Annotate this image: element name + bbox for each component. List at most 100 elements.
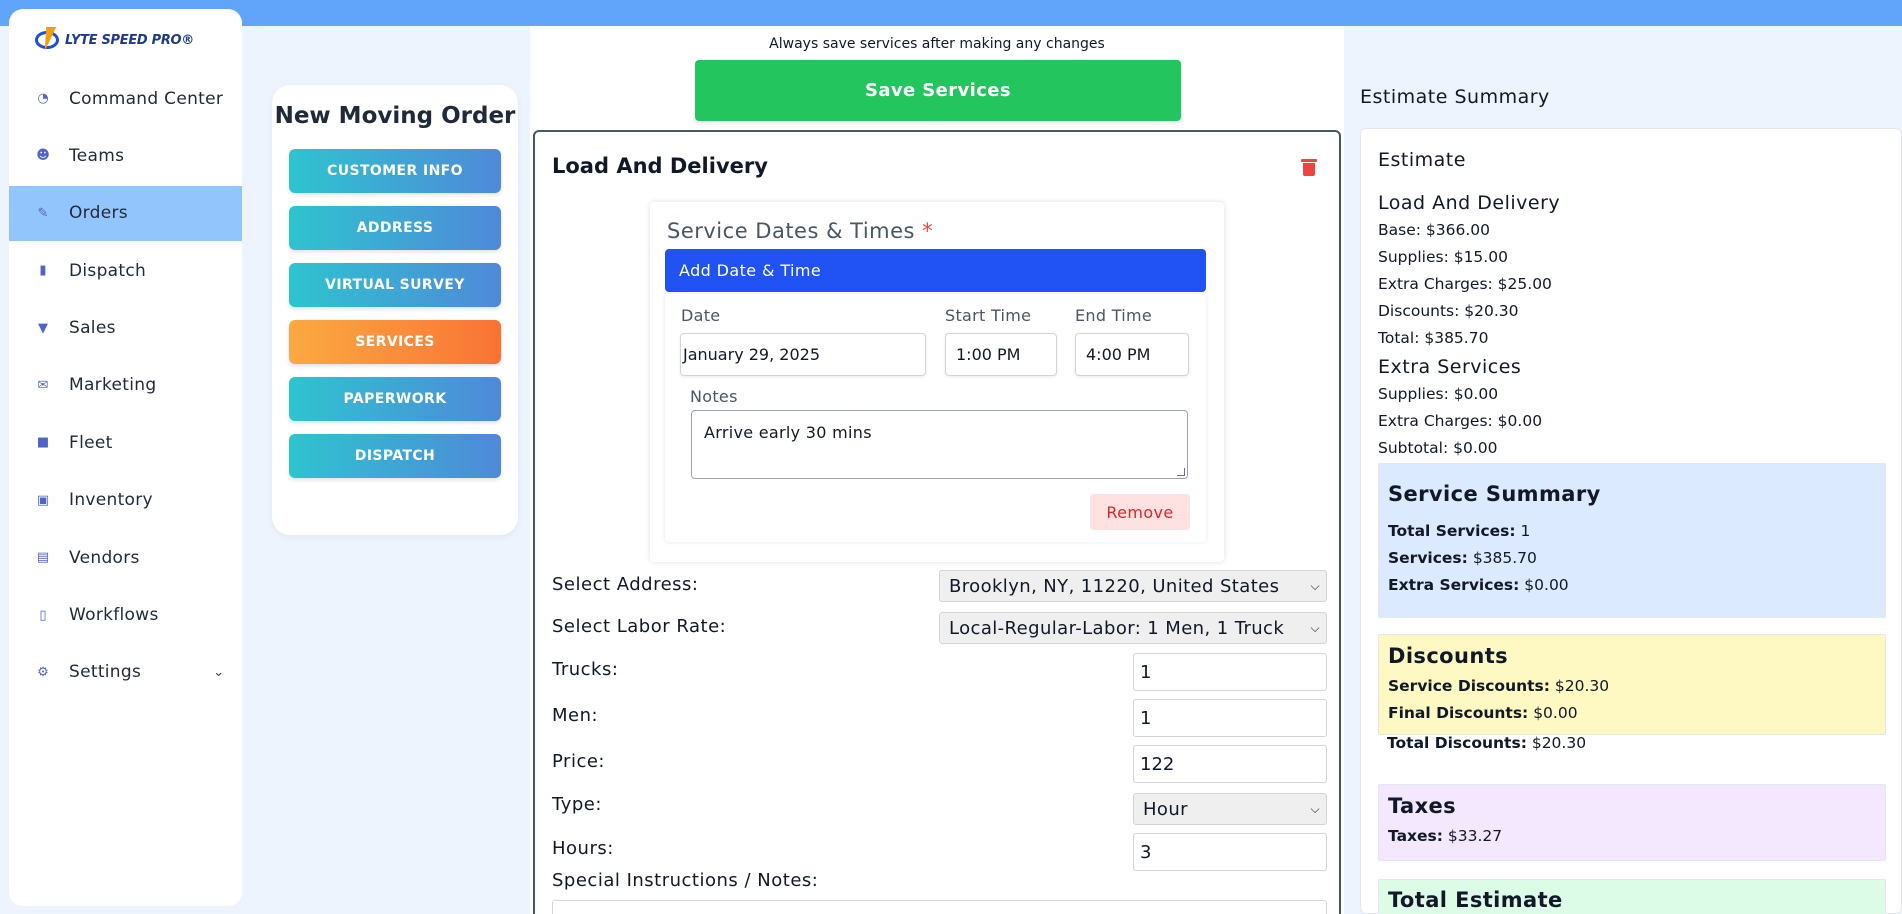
services-line: Services: $385.70 [1388,549,1537,567]
sidebar-item-inventory[interactable]: ▣ Inventory [9,473,242,528]
sidebar-item-fleet[interactable]: ■ Fleet [9,415,242,470]
special-instructions-label: Special Instructions / Notes: [552,870,819,891]
save-services-button[interactable]: Save Services [695,60,1181,121]
remove-date-button[interactable]: Remove [1090,494,1190,530]
load-extra-charges: Extra Charges: $25.00 [1378,275,1552,293]
sidebar: LYTE SPEED PRO® ◔ Command Center ☻ Teams ✎ Or… [9,9,242,906]
add-date-time-button[interactable]: Add Date & Time [665,249,1206,292]
boxes-icon: ▣ [36,492,50,508]
men-input[interactable]: 1 [1133,699,1327,737]
date-label: Date [681,306,721,325]
extra-services-value: $0.00 [1524,576,1569,594]
sidebar-item-label: Orders [69,203,128,224]
gear-icon: ⚙ [37,664,49,680]
save-hint: Always save services after making any ch… [769,36,1105,52]
service-summary-box: Service Summary Total Services: 1 Servic… [1378,463,1886,618]
date-time-entry: Date Start Time End Time January 29, 202… [665,294,1206,542]
chevron-down-icon: ⌵ [1306,802,1320,817]
top-bar [0,0,1902,26]
sidebar-item-teams[interactable]: ☻ Teams [9,128,242,183]
total-discounts-value: $20.30 [1531,734,1587,752]
sidebar-item-command-center[interactable]: ◔ Command Center [9,71,242,126]
sidebar-item-vendors[interactable]: ▤ Vendors [9,530,242,585]
order-steps-panel: New Moving Order CUSTOMER INFO ADDRESS VIR… [272,85,518,535]
men-label: Men: [552,705,599,726]
step-services-button[interactable]: SERVICES [289,320,501,364]
service-dates-title: Service Dates & Times * [667,219,933,243]
service-card: Load And Delivery Service Dates & Times … [533,130,1341,914]
discounts-box: Discounts Service Discounts: $20.30 Fina… [1378,634,1886,735]
required-mark: * [922,219,934,243]
clipboard-icon: ▯ [39,607,47,623]
service-dates-title-text: Service Dates & Times [667,219,915,243]
sidebar-item-sales[interactable]: ▼ Sales [9,301,242,356]
final-discounts-label: Final Discounts: [1388,704,1529,722]
extra-subtotal: Subtotal: $0.00 [1378,439,1498,457]
gauge-icon: ◔ [37,91,49,106]
sidebar-item-label: Settings [69,662,142,683]
address-select[interactable]: Brooklyn, NY, 11220, United States ⌵ [939,570,1327,602]
service-discounts-line: Service Discounts: $20.30 [1388,677,1609,695]
end-time-field[interactable]: 4:00 PM [1075,333,1189,376]
discounts-title: Discounts [1388,644,1509,668]
total-estimate-title: Total Estimate [1388,888,1563,912]
date-field[interactable]: January 29, 2025 [680,333,926,376]
chevron-down-icon[interactable]: ⌄ [213,665,224,680]
step-paperwork-button[interactable]: PAPERWORK [289,377,501,421]
steps-title-text: New Moving Order [274,103,516,129]
notes-text: Arrive early 30 mins [704,423,872,442]
load-delivery-heading: Load And Delivery [1378,192,1561,214]
resize-grip-icon[interactable] [1177,468,1185,476]
chevron-down-icon: ⌵ [1306,579,1320,594]
step-dispatch-button[interactable]: DISPATCH [289,434,501,478]
taxes-box: Taxes Taxes: $33.27 [1378,784,1886,861]
load-total: Total: $385.70 [1378,329,1489,347]
sidebar-item-label: Command Center [69,88,224,109]
load-supplies: Supplies: $15.00 [1378,248,1508,266]
trash-icon[interactable] [1301,158,1317,176]
labor-rate-select-value: Local-Regular-Labor: 1 Men, 1 Truck [949,617,1285,639]
funnel-icon: ▼ [38,320,48,336]
address-select-value: Brooklyn, NY, 11220, United States [949,575,1280,597]
service-discounts-value: $20.30 [1554,677,1610,695]
services-main: Always save services after making any ch… [530,26,1344,914]
sidebar-item-label: Vendors [69,547,140,568]
logo-text: LYTE SPEED PRO® [65,32,195,48]
hours-input[interactable]: 3 [1133,833,1327,871]
labor-rate-label: Select Labor Rate: [552,616,727,637]
labor-rate-select[interactable]: Local-Regular-Labor: 1 Men, 1 Truck ⌵ [939,612,1327,644]
step-virtual-survey-button[interactable]: VIRTUAL SURVEY [289,263,501,307]
start-time-field[interactable]: 1:00 PM [945,333,1057,376]
type-select[interactable]: Hour ⌵ [1133,793,1327,825]
service-summary-title: Service Summary [1388,482,1601,506]
service-discounts-label: Service Discounts: [1388,677,1550,695]
step-customer-info-button[interactable]: CUSTOMER INFO [289,149,501,193]
logo[interactable]: LYTE SPEED PRO® [9,9,242,71]
price-label: Price: [552,751,605,772]
service-title: Load And Delivery [552,154,768,178]
type-select-value: Hour [1143,798,1188,820]
sidebar-item-marketing[interactable]: ✉ Marketing [9,358,242,413]
total-discounts-label: Total Discounts: [1387,734,1527,752]
truck-icon: ■ [36,435,50,451]
sidebar-item-settings[interactable]: ⚙ Settings ⌄ [9,645,242,700]
special-instructions-input[interactable] [552,900,1327,914]
sidebar-item-workflows[interactable]: ▯ Workflows [9,588,242,643]
sidebar-item-label: Fleet [69,432,113,453]
extra-charges: Extra Charges: $0.00 [1378,412,1543,430]
services-label: Services: [1388,549,1468,567]
total-discounts-line: Total Discounts: $20.30 [1387,734,1586,752]
trucks-input[interactable]: 1 [1133,653,1327,691]
notes-textarea[interactable]: Arrive early 30 mins [691,410,1188,479]
step-address-button[interactable]: ADDRESS [289,206,501,250]
price-input[interactable]: 122 [1133,745,1327,783]
sidebar-item-label: Dispatch [69,260,147,281]
sidebar-item-dispatch[interactable]: ▮ Dispatch [9,243,242,298]
archive-icon: ▤ [36,550,50,566]
sidebar-item-orders[interactable]: ✎ Orders [9,185,242,241]
mail-bulk-icon: ✉ [37,377,49,393]
steps-title: New Moving Order [272,101,518,131]
sidebar-item-label: Sales [69,318,116,339]
estimate-summary-heading: Estimate Summary [1360,86,1550,108]
edit-icon: ✎ [37,205,49,221]
